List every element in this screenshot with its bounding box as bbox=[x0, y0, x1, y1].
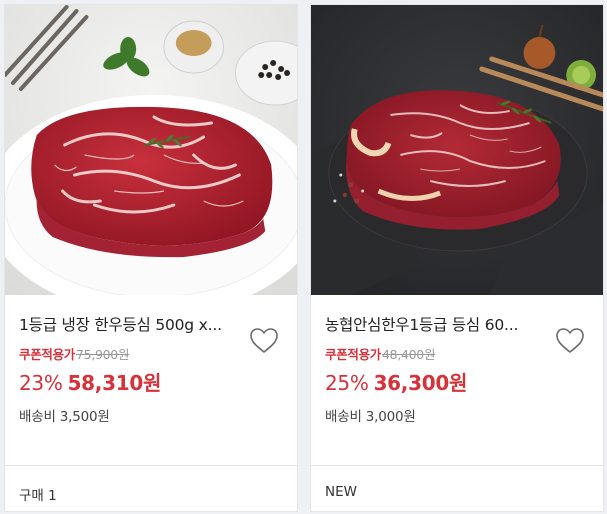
ribeye-steak-image bbox=[5, 5, 297, 295]
coupon-price-line: 쿠폰적용가48,400원 bbox=[325, 344, 589, 363]
product-info: 농협안심한우1등급 등심 60... 쿠폰적용가48,400원 25% 36,30… bbox=[311, 313, 603, 425]
coupon-label: 쿠폰적용가 bbox=[19, 347, 76, 362]
product-image[interactable] bbox=[311, 5, 603, 295]
new-badge: NEW bbox=[311, 465, 603, 511]
product-title[interactable]: 1등급 냉장 한우등심 500g x... bbox=[19, 313, 239, 335]
heart-outline-icon[interactable] bbox=[249, 327, 279, 355]
product-grid: 1등급 냉장 한우등심 500g x... 쿠폰적용가75,900원 23% 58… bbox=[0, 0, 607, 514]
coupon-label: 쿠폰적용가 bbox=[325, 347, 382, 362]
product-title[interactable]: 농협안심한우1등급 등심 60... bbox=[325, 313, 545, 335]
sale-price: 36,300원 bbox=[373, 371, 468, 395]
product-image[interactable] bbox=[5, 5, 297, 295]
sale-price: 58,310원 bbox=[67, 371, 162, 395]
price-line: 23% 58,310원 bbox=[19, 367, 283, 396]
product-card[interactable]: 농협안심한우1등급 등심 60... 쿠폰적용가48,400원 25% 36,30… bbox=[310, 4, 604, 512]
sirloin-steak-image bbox=[311, 5, 603, 295]
product-info: 1등급 냉장 한우등심 500g x... 쿠폰적용가75,900원 23% 58… bbox=[5, 313, 297, 425]
shipping-fee: 배송비 3,500원 bbox=[19, 409, 110, 425]
price-line: 25% 36,300원 bbox=[325, 367, 589, 396]
coupon-price-line: 쿠폰적용가75,900원 bbox=[19, 344, 283, 363]
discount-rate: 25% bbox=[325, 371, 369, 395]
heart-outline-icon[interactable] bbox=[555, 327, 585, 355]
original-price: 75,900원 bbox=[76, 347, 130, 362]
original-price: 48,400원 bbox=[382, 347, 436, 362]
shipping-fee: 배송비 3,000원 bbox=[325, 409, 416, 425]
purchase-count: 구매 1 bbox=[5, 465, 297, 511]
product-card[interactable]: 1등급 냉장 한우등심 500g x... 쿠폰적용가75,900원 23% 58… bbox=[4, 4, 298, 512]
discount-rate: 23% bbox=[19, 371, 63, 395]
